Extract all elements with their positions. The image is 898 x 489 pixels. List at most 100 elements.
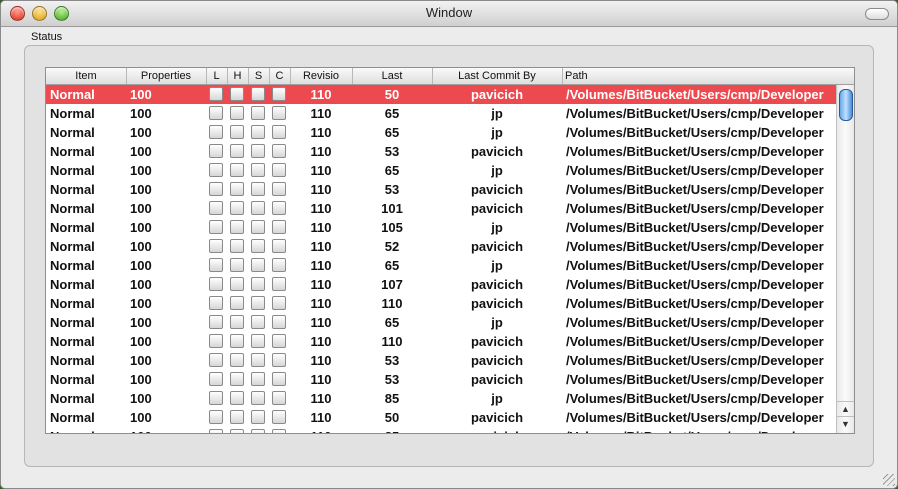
checkbox-h[interactable] — [230, 220, 244, 234]
table-row[interactable]: Normal 100 110 85 jp/Volumes/BitBucket/Users… — [46, 389, 836, 408]
checkbox-c[interactable] — [272, 163, 286, 177]
checkbox-h[interactable] — [230, 182, 244, 196]
table-row[interactable]: Normal 100 110 107 pavicich/Volumes/BitBucke… — [46, 275, 836, 294]
table-row[interactable]: Normal 100 110 65 jp/Volumes/BitBucket/Users… — [46, 161, 836, 180]
checkbox-l[interactable] — [209, 296, 223, 310]
checkbox-c[interactable] — [272, 410, 286, 424]
checkbox-s[interactable] — [251, 239, 265, 253]
checkbox-h[interactable] — [230, 353, 244, 367]
checkbox-h[interactable] — [230, 87, 244, 101]
checkbox-s[interactable] — [251, 391, 265, 405]
column-header-last[interactable]: Last — [352, 68, 433, 84]
checkbox-s[interactable] — [251, 106, 265, 120]
column-header-s[interactable]: S — [248, 68, 270, 84]
checkbox-l[interactable] — [209, 220, 223, 234]
checkbox-h[interactable] — [230, 372, 244, 386]
checkbox-c[interactable] — [272, 144, 286, 158]
checkbox-l[interactable] — [209, 144, 223, 158]
checkbox-h[interactable] — [230, 296, 244, 310]
checkbox-s[interactable] — [251, 201, 265, 215]
checkbox-s[interactable] — [251, 315, 265, 329]
vertical-scrollbar[interactable]: ▲ ▼ — [836, 85, 854, 433]
checkbox-l[interactable] — [209, 334, 223, 348]
table-row[interactable]: Normal 100 110 65 jp/Volumes/BitBucket/Users… — [46, 256, 836, 275]
checkbox-c[interactable] — [272, 220, 286, 234]
table-row[interactable]: Normal 100 110 50 pavicich/Volumes/BitBucket… — [46, 85, 836, 104]
checkbox-h[interactable] — [230, 315, 244, 329]
checkbox-l[interactable] — [209, 87, 223, 101]
table-row[interactable]: Normal 100 110 110 pavicich/Volumes/BitBucke… — [46, 294, 836, 313]
checkbox-c[interactable] — [272, 296, 286, 310]
checkbox-l[interactable] — [209, 258, 223, 272]
table-row[interactable]: Normal 100 110 65 jp/Volumes/BitBucket/Users… — [46, 104, 836, 123]
checkbox-l[interactable] — [209, 353, 223, 367]
table-row[interactable]: Normal 100 110 52 pavicich/Volumes/BitBucket… — [46, 237, 836, 256]
column-header-h[interactable]: H — [227, 68, 249, 84]
checkbox-c[interactable] — [272, 277, 286, 291]
status-table[interactable]: Item Properties L H S C Revisio Last Las… — [45, 67, 855, 434]
checkbox-l[interactable] — [209, 372, 223, 386]
checkbox-c[interactable] — [272, 334, 286, 348]
checkbox-l[interactable] — [209, 163, 223, 177]
checkbox-h[interactable] — [230, 410, 244, 424]
checkbox-s[interactable] — [251, 353, 265, 367]
checkbox-c[interactable] — [272, 87, 286, 101]
checkbox-s[interactable] — [251, 182, 265, 196]
checkbox-l[interactable] — [209, 106, 223, 120]
checkbox-c[interactable] — [272, 353, 286, 367]
column-header-item[interactable]: Item — [46, 68, 127, 84]
checkbox-s[interactable] — [251, 372, 265, 386]
checkbox-h[interactable] — [230, 334, 244, 348]
checkbox-s[interactable] — [251, 163, 265, 177]
checkbox-h[interactable] — [230, 429, 244, 433]
checkbox-h[interactable] — [230, 144, 244, 158]
scroll-down-arrow-icon[interactable]: ▼ — [837, 416, 854, 431]
resize-grip-icon[interactable] — [883, 474, 895, 486]
checkbox-h[interactable] — [230, 277, 244, 291]
checkbox-h[interactable] — [230, 201, 244, 215]
column-header-properties[interactable]: Properties — [126, 68, 207, 84]
scroll-up-arrow-icon[interactable]: ▲ — [837, 401, 854, 416]
checkbox-c[interactable] — [272, 372, 286, 386]
column-header-revision[interactable]: Revisio — [290, 68, 353, 84]
checkbox-l[interactable] — [209, 410, 223, 424]
table-row[interactable]: Normal 100 110 65 jp/Volumes/BitBucket/Users… — [46, 313, 836, 332]
column-header-last-commit-by[interactable]: Last Commit By — [432, 68, 563, 84]
checkbox-s[interactable] — [251, 144, 265, 158]
checkbox-s[interactable] — [251, 429, 265, 433]
table-row[interactable]: Normal 100 11085pavicich/Volumes/BitBucket… — [46, 427, 836, 433]
table-row[interactable]: Normal 100 110 101 pavicich/Volumes/BitBucke… — [46, 199, 836, 218]
checkbox-l[interactable] — [209, 201, 223, 215]
checkbox-l[interactable] — [209, 315, 223, 329]
table-row[interactable]: Normal 100 110 53 pavicich/Volumes/BitBucket… — [46, 142, 836, 161]
title-bar[interactable]: Window — [1, 1, 897, 27]
checkbox-s[interactable] — [251, 87, 265, 101]
checkbox-s[interactable] — [251, 125, 265, 139]
checkbox-c[interactable] — [272, 182, 286, 196]
toolbar-toggle-button[interactable] — [865, 8, 889, 20]
checkbox-h[interactable] — [230, 163, 244, 177]
column-header-c[interactable]: C — [269, 68, 291, 84]
checkbox-c[interactable] — [272, 429, 286, 433]
table-row[interactable]: Normal 100 110 53 pavicich/Volumes/BitBucket… — [46, 351, 836, 370]
table-row[interactable]: Normal 100 110 53 pavicich/Volumes/BitBucket… — [46, 370, 836, 389]
checkbox-c[interactable] — [272, 106, 286, 120]
checkbox-l[interactable] — [209, 429, 223, 433]
checkbox-c[interactable] — [272, 258, 286, 272]
checkbox-h[interactable] — [230, 106, 244, 120]
checkbox-l[interactable] — [209, 125, 223, 139]
checkbox-c[interactable] — [272, 315, 286, 329]
checkbox-c[interactable] — [272, 125, 286, 139]
checkbox-h[interactable] — [230, 391, 244, 405]
column-header-path[interactable]: Path — [562, 68, 836, 84]
table-row[interactable]: Normal 100 110 50 pavicich/Volumes/BitBucket… — [46, 408, 836, 427]
checkbox-s[interactable] — [251, 220, 265, 234]
checkbox-s[interactable] — [251, 277, 265, 291]
table-row[interactable]: Normal 100 110 105 jp/Volumes/BitBucket/User… — [46, 218, 836, 237]
table-row[interactable]: Normal 100 110 110 pavicich/Volumes/BitBucke… — [46, 332, 836, 351]
checkbox-l[interactable] — [209, 239, 223, 253]
checkbox-h[interactable] — [230, 239, 244, 253]
checkbox-s[interactable] — [251, 296, 265, 310]
checkbox-s[interactable] — [251, 410, 265, 424]
checkbox-h[interactable] — [230, 258, 244, 272]
